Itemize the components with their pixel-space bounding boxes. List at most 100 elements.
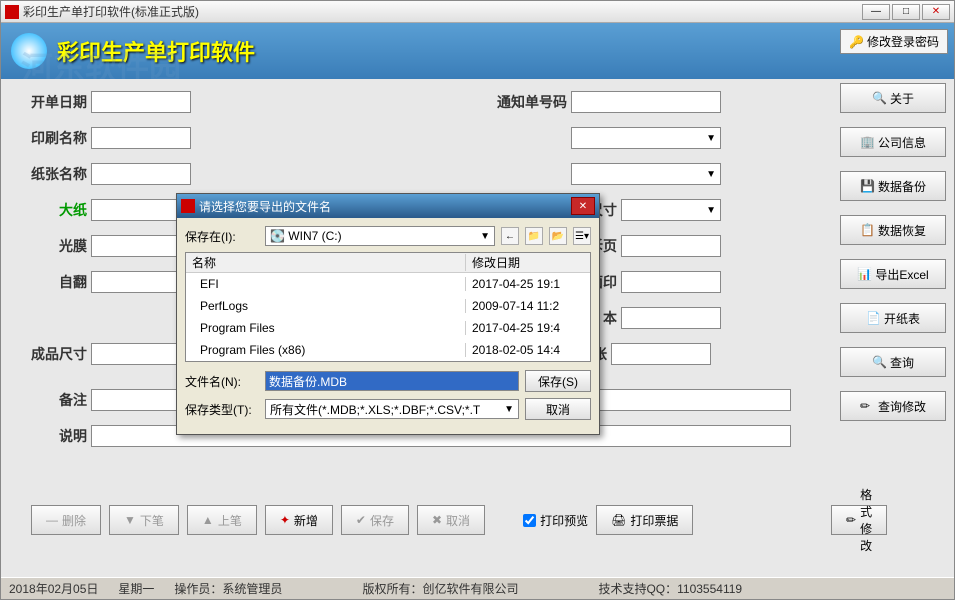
big-paper-label: 大纸 [11,200,91,220]
print-ticket-button[interactable]: 🖨打印票据 [596,505,693,535]
file-row[interactable]: Program Files (x86)2018-02-05 14:4 [186,339,590,361]
split-page-input[interactable] [621,235,721,257]
dialog-save-button[interactable]: 保存(S) [525,370,591,392]
query-button[interactable]: 🔍查询 [840,347,946,377]
backup-button[interactable]: 💾数据备份 [840,171,946,201]
check-icon: ✔ [356,513,366,527]
col-date[interactable]: 修改日期 [466,254,590,271]
main-area: 开单日期 通知单号码 印刷名称 纸张名称 大纸 [1,79,954,577]
search-icon: 🔍 [872,91,886,105]
dialog-cancel-button[interactable]: 取消 [525,398,591,420]
bottom-toolbar: —删除 ▼下笔 ▲上笔 ✦新增 ✔保存 ✖取消 打印预览 🖨打印票据 ✏格式修改 [31,505,693,535]
query-modify-button[interactable]: ✏查询修改 [840,391,946,421]
save-dialog: 请选择您要导出的文件名 ✕ 保存在(I): 💽 WIN7 (C:) ← 📁 📂 … [176,193,600,435]
statusbar: 2018年02月05日 星期一 操作员：系统管理员 版权所有：创亿软件有限公司 … [1,577,954,599]
status-weekday: 星期一 [118,580,154,597]
filetype-combo[interactable]: 所有文件(*.MDB;*.XLS;*.DBF;*.CSV;*.T [265,399,519,419]
filename-input[interactable] [265,371,519,391]
notify-no-input[interactable] [571,91,721,113]
film-label: 光膜 [11,236,91,256]
paper-name-combo[interactable] [571,163,721,185]
key-icon: 🔑 [849,35,863,49]
print-name-input[interactable] [91,127,191,149]
paper-name-label: 纸张名称 [11,164,91,184]
prev-button[interactable]: ▲上笔 [187,505,257,535]
format-modify-button[interactable]: ✏格式修改 [831,505,887,535]
side-buttons: 🔍关于 🏢公司信息 💾数据备份 📋数据恢复 📊导出Excel 📄开纸表 🔍查询 … [840,83,946,421]
export-excel-button[interactable]: 📊导出Excel [840,259,946,289]
filename-label: 文件名(N): [185,373,259,390]
backup-icon: 💾 [860,179,874,193]
remark-label: 备注 [11,390,91,410]
company-info-button[interactable]: 🏢公司信息 [840,127,946,157]
date-input[interactable] [91,91,191,113]
self-flip-label: 自翻 [11,272,91,292]
restore-button[interactable]: 📋数据恢复 [840,215,946,245]
status-copyright: 版权所有：创亿软件有限公司 [362,580,518,597]
add-button[interactable]: ✦新增 [265,505,333,535]
up-icon: ▲ [202,513,214,527]
about-button[interactable]: 🔍关于 [840,83,946,113]
preview-checkbox[interactable]: 打印预览 [523,512,588,529]
preview-check-input[interactable] [523,514,536,527]
dialog-titlebar: 请选择您要导出的文件名 ✕ [177,194,599,218]
save-button[interactable]: ✔保存 [341,505,409,535]
printer-icon: 🖨 [611,513,626,527]
status-qq: 技术支持QQ：1103554119 [598,580,742,597]
book-input[interactable] [621,307,721,329]
file-row[interactable]: Program Files2017-04-25 19:4 [186,317,590,339]
down-icon: ▼ [124,513,136,527]
back-icon[interactable]: ← [501,227,519,245]
new-folder-icon[interactable]: 📂 [549,227,567,245]
change-password-label: 修改登录密码 [867,33,939,50]
minimize-button[interactable]: — [862,4,890,20]
print-name-label: 印刷名称 [11,128,91,148]
dialog-close-button[interactable]: ✕ [571,197,595,215]
plus-icon: ✦ [280,513,290,527]
save-in-label: 保存在(I): [185,228,259,245]
delete-button[interactable]: —删除 [31,505,101,535]
date-label: 开单日期 [11,92,91,112]
main-window: 彩印生产单打印软件(标准正式版) — □ ✕ 河东软件园 彩印生产单打印软件 🔑… [0,0,955,600]
up-folder-icon[interactable]: 📁 [525,227,543,245]
magnifier-icon: 🔍 [872,355,886,369]
file-list[interactable]: 名称 修改日期 EFI2017-04-25 19:1 PerfLogs2009-… [185,252,591,362]
file-row[interactable]: EFI2017-04-25 19:1 [186,273,590,295]
app-icon [5,5,19,19]
pencil-icon: ✏ [846,513,856,527]
notify-no-label: 通知单号码 [471,92,571,112]
desc-label: 说明 [11,426,91,446]
file-row[interactable]: PerfLogs2009-07-14 11:2 [186,295,590,317]
cancel-button[interactable]: ✖取消 [417,505,485,535]
drive-icon: 💽 [270,229,285,243]
change-password-button[interactable]: 🔑 修改登录密码 [840,29,948,54]
company-icon: 🏢 [860,135,874,149]
titlebar: 彩印生产单打印软件(标准正式版) — □ ✕ [1,1,954,23]
restore-icon: 📋 [860,223,874,237]
view-icon[interactable]: ☰▾ [573,227,591,245]
single-print-input[interactable] [621,271,721,293]
file-list-header: 名称 修改日期 [186,253,590,273]
next-button[interactable]: ▼下笔 [109,505,179,535]
paper-name-input[interactable] [91,163,191,185]
filetype-label: 保存类型(T): [185,401,259,418]
product-size-label: 成品尺寸 [11,344,91,364]
sheet-input[interactable] [611,343,711,365]
table-icon: 📄 [866,311,880,325]
maximize-button[interactable]: □ [892,4,920,20]
x-icon: ✖ [432,513,442,527]
h-scrollbar[interactable] [186,361,590,362]
minus-icon: — [46,513,58,527]
status-date: 2018年02月05日 [9,580,98,597]
header: 河东软件园 彩印生产单打印软件 🔑 修改登录密码 [1,23,954,79]
close-button[interactable]: ✕ [922,4,950,20]
col-name[interactable]: 名称 [186,254,466,271]
excel-icon: 📊 [857,267,871,281]
dialog-title: 请选择您要导出的文件名 [199,198,331,215]
paper-table-button[interactable]: 📄开纸表 [840,303,946,333]
edit-icon: ✏ [860,399,874,413]
print-name-combo[interactable] [571,127,721,149]
save-in-combo[interactable]: 💽 WIN7 (C:) [265,226,495,246]
status-operator: 操作员：系统管理员 [174,580,282,597]
self-material-combo[interactable] [621,199,721,221]
